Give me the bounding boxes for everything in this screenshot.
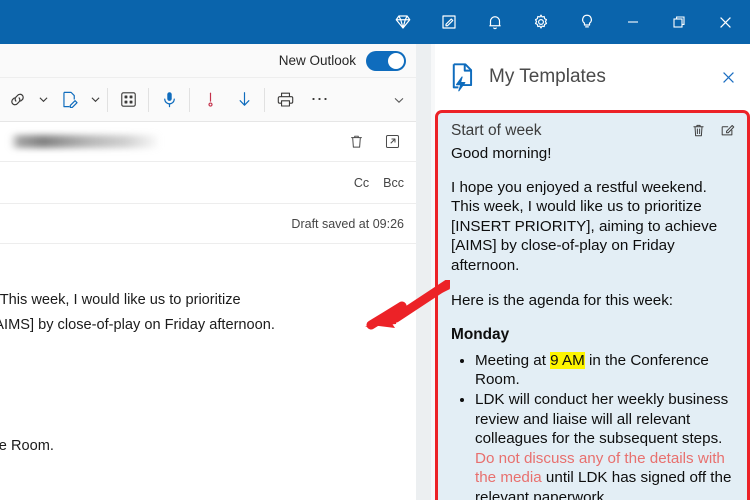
toolbar-divider [148,87,149,112]
template-card-actions [691,121,735,143]
template-bullet-list: Meeting at 9 AM in the Conference Room. … [451,351,735,500]
cc-bcc-row: Cc Bcc [0,162,416,204]
trash-icon[interactable] [338,125,374,159]
text-run-highlight: 9 AM [550,351,585,369]
more-options-icon[interactable]: ⋯ [302,78,338,122]
download-arrow-icon[interactable] [227,78,261,122]
template-agenda-intro: Here is the agenda for this week: [451,291,674,309]
microphone-icon[interactable] [152,78,186,122]
toolbar-expand-chevron-down-icon[interactable] [386,78,412,122]
minimize-icon[interactable] [610,0,656,44]
template-day-heading: Monday [451,326,510,344]
outlook-compose-window: New Outlook ⋯ Cc Bcc Draft saved at 09:2… [0,0,750,500]
signature-options-chevron-down-icon[interactable] [86,78,104,122]
new-outlook-label: New Outlook [278,53,356,68]
toolbar-divider [264,87,265,112]
note-edit-icon[interactable] [426,0,472,44]
bcc-button[interactable]: Bcc [383,176,404,190]
signature-icon[interactable] [52,78,86,122]
text-run-normal: Meeting at [475,351,551,369]
template-greeting: Good morning! [451,145,552,162]
new-outlook-bar: New Outlook [0,44,416,78]
pane-divider [416,44,435,500]
template-name: Start of week [451,122,542,139]
edit-icon[interactable] [720,123,735,143]
print-icon[interactable] [268,78,302,122]
compose-toolbar: ⋯ [0,78,416,122]
toolbar-divider [107,87,108,112]
toolbar-divider [189,87,190,112]
toggle-knob [388,52,404,69]
body-line: onference Room. [0,438,54,454]
template-card[interactable]: Start of week Good morning! I hope you e… [435,110,750,500]
text-run-normal: LDK will conduct her weekly business rev… [475,390,729,448]
trash-icon[interactable] [691,123,706,143]
panel-title: My Templates [489,66,606,87]
recipient-email-redacted [10,135,160,148]
close-icon[interactable] [706,55,750,99]
restore-icon[interactable] [656,0,702,44]
body-line: eekend. This week, I would like us to pr… [0,292,241,308]
template-body: Good morning! I hope you enjoyed a restf… [451,144,735,500]
draft-status: Draft saved at 09:26 [291,216,404,231]
list-item: LDK will conduct her weekly business rev… [475,390,735,500]
email-body[interactable]: eekend. This week, I would like us to pr… [0,248,416,500]
list-item: Meeting at 9 AM in the Conference Room. [475,351,735,390]
compose-pane: New Outlook ⋯ Cc Bcc Draft saved at 09:2… [0,44,416,500]
cc-button[interactable]: Cc [354,176,369,190]
body-line: chieve [AIMS] by close-of-play on Friday… [0,317,275,333]
template-document-lightning-icon [449,62,477,92]
template-card-header: Start of week [451,121,735,143]
link-icon[interactable] [0,78,34,122]
recipient-row[interactable] [0,122,416,162]
my-templates-panel: My Templates Start of week Good morning!… [435,44,750,500]
gear-icon[interactable] [518,0,564,44]
apps-grid-icon[interactable] [111,78,145,122]
link-options-chevron-down-icon[interactable] [34,78,52,122]
compose-scrollbar[interactable] [416,44,431,500]
lightbulb-icon[interactable] [564,0,610,44]
title-bar [0,0,750,44]
red-callout-arrow [365,280,450,330]
high-importance-icon[interactable] [193,78,227,122]
new-outlook-toggle[interactable] [366,50,406,71]
premium-diamond-icon[interactable] [380,0,426,44]
subject-row[interactable]: Draft saved at 09:26 [0,204,416,244]
templates-panel-header: My Templates [435,44,750,110]
template-paragraph: I hope you enjoyed a restful weekend. Th… [451,178,718,274]
close-icon[interactable] [702,0,748,44]
bell-icon[interactable] [472,0,518,44]
pop-out-icon[interactable] [374,125,410,159]
recipient-row-actions [338,125,416,159]
